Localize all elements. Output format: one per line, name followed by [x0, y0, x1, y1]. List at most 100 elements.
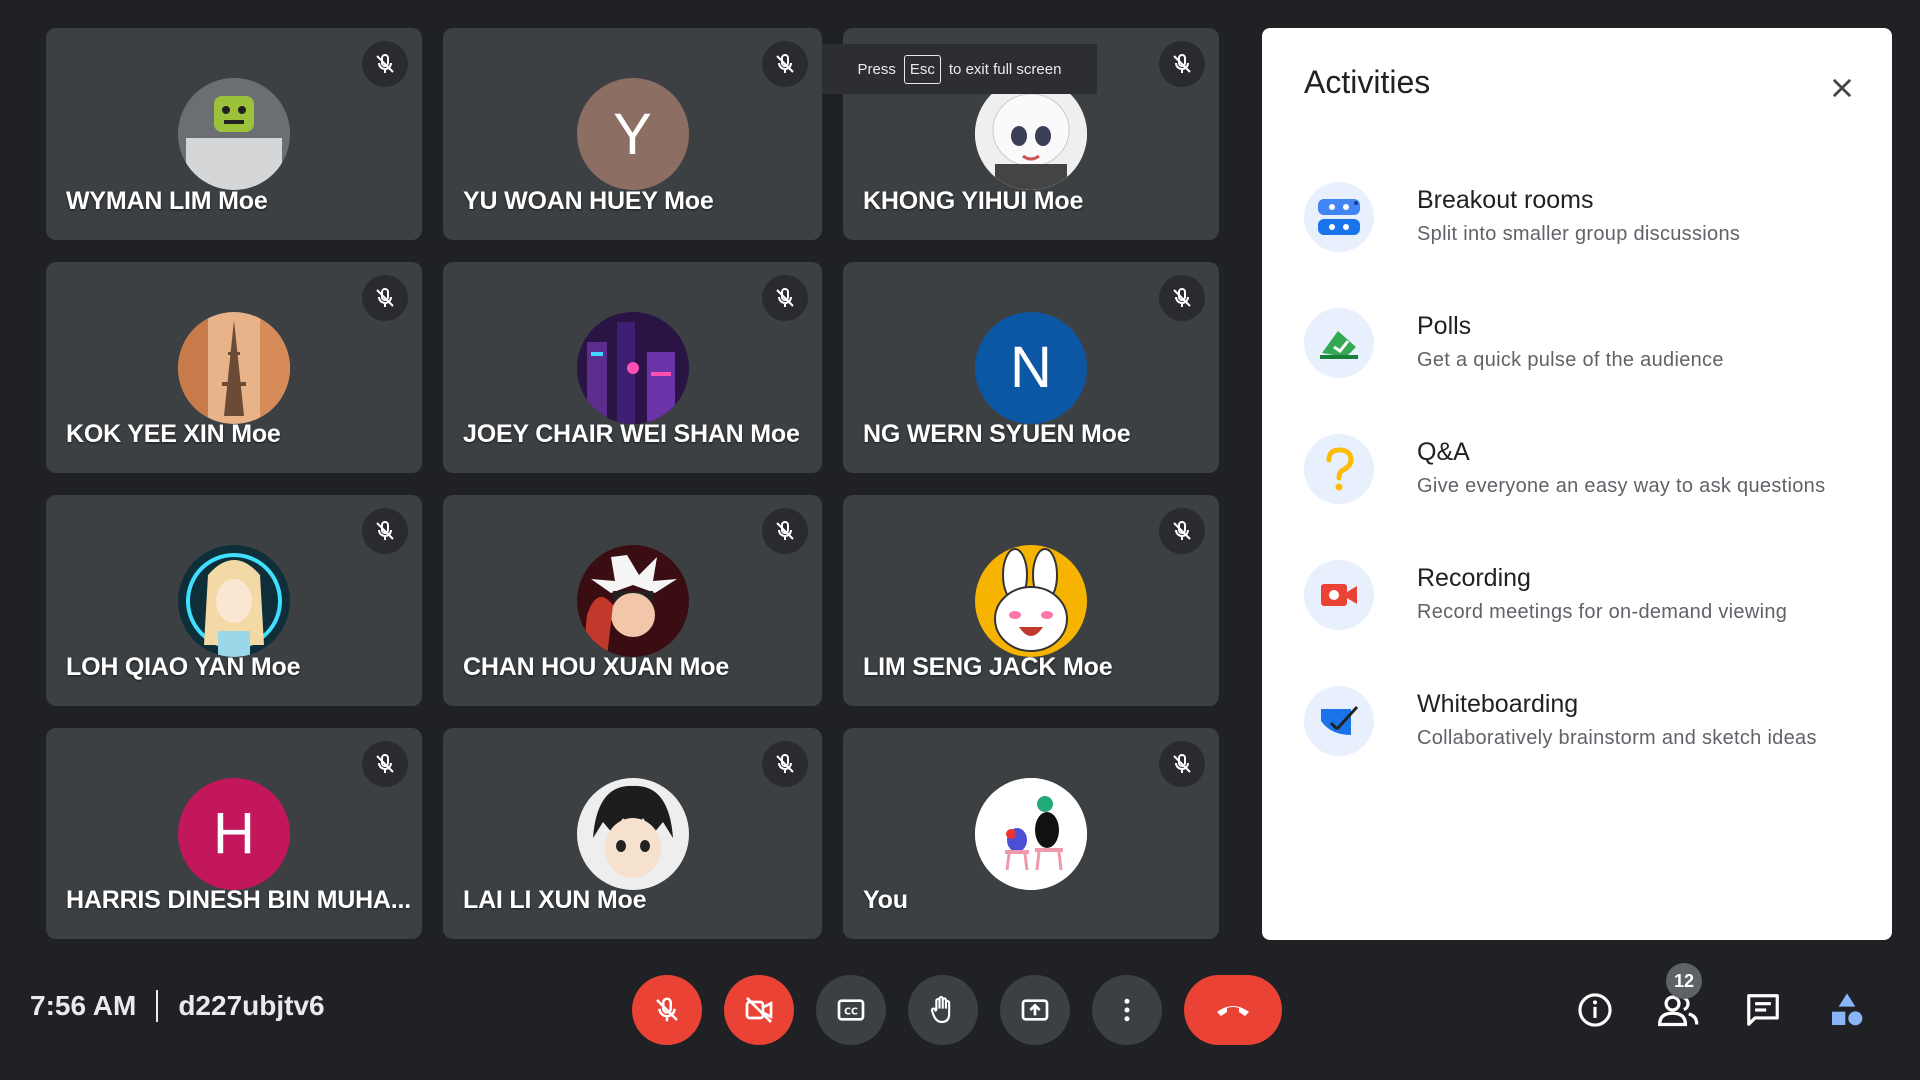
participant-name: NG WERN SYUEN Moe: [863, 420, 1131, 448]
avatar: [178, 78, 290, 190]
activities-panel: Activities Breakout rooms Split into sma…: [1262, 28, 1892, 940]
mic-off-icon: [656, 997, 678, 1022]
participant-name: LIM SENG JACK Moe: [863, 653, 1113, 681]
more-vert-icon: [1124, 998, 1130, 1022]
mic-off-icon: [762, 275, 808, 321]
activity-recording[interactable]: Recording Record meetings for on-demand …: [1304, 556, 1874, 682]
hand-icon: [930, 996, 951, 1024]
meeting-info: 7:56 AM d227ubjtv6: [30, 990, 325, 1022]
qa-icon: [1304, 434, 1374, 504]
participant-tile[interactable]: WYMAN LIM Moe: [46, 28, 422, 240]
mic-off-icon: [362, 41, 408, 87]
leave-call-button[interactable]: [1184, 975, 1282, 1045]
toast-press-text: Press: [857, 60, 896, 78]
avatar: N: [975, 311, 1087, 424]
avatar: [576, 777, 689, 890]
mic-off-icon: [1159, 41, 1205, 87]
participant-tile[interactable]: Y YU WOAN HUEY Moe: [443, 28, 822, 240]
call-controls: CC: [632, 975, 1282, 1045]
fullscreen-toast: Press Esc to exit full screen: [822, 44, 1097, 94]
participant-tile[interactable]: LIM SENG JACK Moe: [843, 495, 1219, 706]
meeting-details-button[interactable]: [1560, 975, 1630, 1045]
participant-name: KOK YEE XIN Moe: [66, 420, 281, 448]
participant-grid: WYMAN LIM Moe Y YU WOAN HUEY Moe KHONG Y…: [46, 28, 1219, 940]
chat-icon: [1747, 994, 1779, 1026]
mic-off-icon: [1159, 508, 1205, 554]
activities-list: Breakout rooms Split into smaller group …: [1304, 178, 1874, 808]
present-to-all-icon: [1021, 999, 1049, 1021]
camera-toggle-button[interactable]: [724, 975, 794, 1045]
toast-suffix-text: to exit full screen: [948, 60, 1062, 78]
avatar-letter: N: [1010, 335, 1052, 400]
activity-description: Get a quick pulse of the audience: [1417, 349, 1724, 371]
mic-off-icon: [1159, 275, 1205, 321]
more-options-button[interactable]: [1092, 975, 1162, 1045]
avatar: [178, 544, 290, 657]
panel-title: Activities: [1304, 64, 1431, 100]
participant-name: KHONG YIHUI Moe: [863, 187, 1084, 215]
avatar-letter: H: [213, 801, 255, 866]
avatar: H: [178, 777, 290, 890]
participant-name: LOH QIAO YAN Moe: [66, 653, 301, 681]
activity-polls[interactable]: Polls Get a quick pulse of the audience: [1304, 304, 1874, 430]
microphone-toggle-button[interactable]: [632, 975, 702, 1045]
chat-button[interactable]: [1728, 975, 1798, 1045]
participant-tile[interactable]: KOK YEE XIN Moe: [46, 262, 422, 473]
participant-name: CHAN HOU XUAN Moe: [463, 653, 730, 681]
whiteboard-icon: [1304, 686, 1374, 756]
participant-count-badge: 12: [1666, 963, 1702, 999]
activity-description: Split into smaller group discussions: [1417, 223, 1741, 245]
activity-title: Q&A: [1417, 438, 1470, 466]
participant-tile[interactable]: LOH QIAO YAN Moe: [46, 495, 422, 706]
participant-tile[interactable]: H HARRIS DINESH BIN MUHA...: [46, 728, 422, 939]
participant-tile-self[interactable]: You: [843, 728, 1219, 939]
avatar: [975, 78, 1087, 190]
esc-key: Esc: [903, 54, 941, 84]
svg-text:CC: CC: [844, 1007, 858, 1018]
avatar: [576, 311, 689, 424]
participant-name: HARRIS DINESH BIN MUHA...: [66, 886, 412, 914]
mic-off-icon: [762, 508, 808, 554]
mic-off-icon: [1159, 741, 1205, 787]
activities-button[interactable]: [1812, 975, 1882, 1045]
activity-description: Give everyone an easy way to ask questio…: [1417, 475, 1826, 497]
avatar-letter: Y: [613, 101, 652, 167]
camera-off-icon: [745, 997, 773, 1023]
participant-tile[interactable]: N NG WERN SYUEN Moe: [843, 262, 1219, 473]
avatar: [975, 544, 1087, 657]
participant-name: LAI LI XUN Moe: [463, 886, 647, 914]
raise-hand-button[interactable]: [908, 975, 978, 1045]
avatar: Y: [576, 78, 689, 190]
captions-button[interactable]: CC: [816, 975, 886, 1045]
participant-name: You: [863, 886, 908, 914]
activity-title: Breakout rooms: [1417, 186, 1594, 214]
mic-off-icon: [762, 41, 808, 87]
side-controls: 12: [1560, 963, 1882, 1045]
recording-icon: [1304, 560, 1374, 630]
participant-name: YU WOAN HUEY Moe: [463, 187, 714, 215]
avatar: [576, 544, 689, 657]
participant-tile[interactable]: JOEY CHAIR WEI SHAN Moe: [443, 262, 822, 473]
info-icon: [1578, 993, 1612, 1027]
avatar: [975, 777, 1087, 890]
participant-tile[interactable]: CHAN HOU XUAN Moe: [443, 495, 822, 706]
activity-description: Record meetings for on-demand viewing: [1417, 601, 1788, 623]
divider: [156, 990, 159, 1022]
participant-tile[interactable]: LAI LI XUN Moe: [443, 728, 822, 939]
activity-title: Recording: [1417, 564, 1531, 592]
clock-time: 7:56 AM: [30, 990, 137, 1021]
mic-off-icon: [362, 508, 408, 554]
polls-icon: [1304, 308, 1374, 378]
mic-off-icon: [362, 741, 408, 787]
activity-whiteboarding[interactable]: Whiteboarding Collaboratively brainstorm…: [1304, 682, 1874, 808]
activity-breakout-rooms[interactable]: Breakout rooms Split into smaller group …: [1304, 178, 1874, 304]
present-screen-button[interactable]: [1000, 975, 1070, 1045]
close-button[interactable]: [1820, 66, 1864, 110]
mic-off-icon: [762, 741, 808, 787]
meeting-code: d227ubjtv6: [178, 990, 325, 1021]
people-button[interactable]: 12: [1644, 963, 1714, 1045]
activity-qa[interactable]: Q&A Give everyone an easy way to ask que…: [1304, 430, 1874, 556]
participant-name: JOEY CHAIR WEI SHAN Moe: [463, 420, 800, 448]
shapes-icon: [1832, 993, 1863, 1026]
close-icon: [1832, 78, 1852, 98]
